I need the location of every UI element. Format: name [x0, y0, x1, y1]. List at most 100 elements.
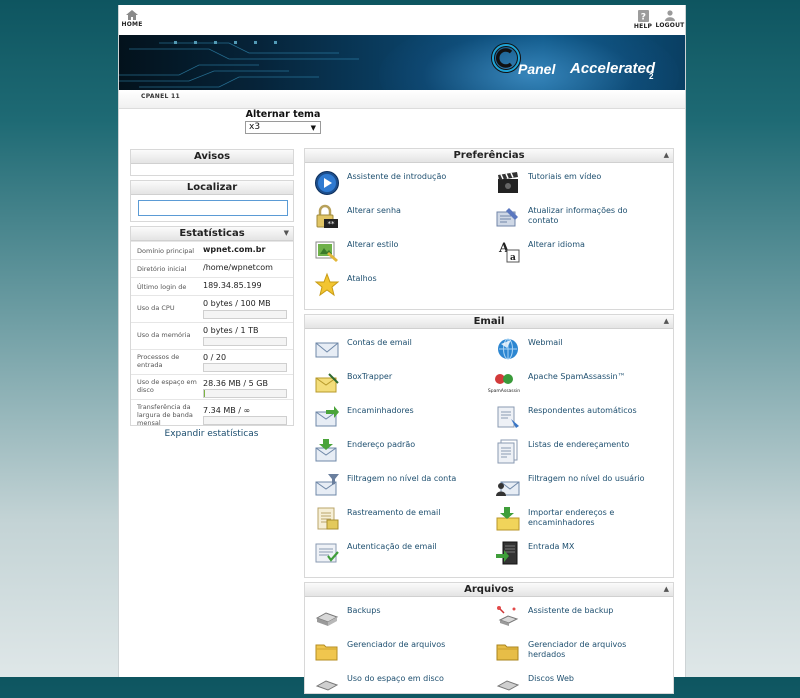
- stats-key: Uso de espaço em disco: [137, 378, 199, 394]
- email-title: Email: [474, 316, 505, 327]
- avisos-header: Avisos: [131, 150, 293, 164]
- estatisticas-box: Estatísticas ▼ Domínio principal wpnet.c…: [130, 226, 294, 426]
- item-label: Webmail: [528, 338, 658, 348]
- home-label: HOME: [122, 21, 143, 28]
- item-label: Respondentes automáticos: [528, 406, 658, 416]
- processes-usage-bar: [203, 363, 287, 372]
- collapse-icon: ▲: [664, 149, 669, 162]
- item-label: Alterar idioma: [528, 240, 658, 250]
- email-trace-icon: [314, 506, 340, 532]
- stats-row-domain: Domínio principal wpnet.com.br: [131, 241, 293, 259]
- estatisticas-title: Estatísticas: [179, 228, 244, 239]
- item-label: Assistente de introdução: [347, 172, 477, 182]
- stats-key: Uso da memória: [137, 331, 199, 339]
- preferencias-box: Preferências ▲ Assistente de introdução …: [304, 148, 674, 310]
- disk-usage-bar: [203, 389, 287, 398]
- home-link[interactable]: HOME: [118, 10, 152, 28]
- chevron-down-icon: ▼: [311, 123, 316, 134]
- play-icon: [314, 170, 340, 196]
- arquivos-box: Arquivos ▲ Backups Assistente de backup …: [304, 582, 674, 694]
- item-label: Apache SpamAssassin™: [528, 372, 658, 382]
- circuit-lines-graphic: [119, 35, 379, 90]
- backup-wizard-icon: [495, 604, 521, 630]
- theme-select[interactable]: x3 ▼: [245, 121, 321, 134]
- style-palette-icon: [314, 238, 340, 264]
- item-label: Filtragem no nível do usuário: [528, 474, 658, 484]
- language-icon: A a: [495, 238, 521, 264]
- item-label: Discos Web: [528, 674, 658, 684]
- svg-text:a: a: [510, 253, 516, 263]
- collapse-icon: ▲: [664, 583, 669, 596]
- logout-link[interactable]: LOGOUT: [650, 10, 686, 29]
- cpanel-banner: Panel Accelerated 2: [119, 35, 685, 90]
- email-box: Email ▲ Contas de email Webmail BoxTrapp…: [304, 314, 674, 578]
- item-label: Contas de email: [347, 338, 477, 348]
- mx-entry-icon: [495, 540, 521, 566]
- avisos-box: Avisos: [130, 149, 294, 176]
- bandwidth-usage-bar: [203, 416, 287, 425]
- item-label: Endereço padrão: [347, 440, 477, 450]
- stats-row-disk: Uso de espaço em disco 28.36 MB / 5 GB: [131, 374, 293, 399]
- stats-row-last-login: Último login de 189.34.85.199: [131, 277, 293, 295]
- item-label: Atalhos: [347, 274, 477, 284]
- import-icon: [495, 506, 521, 532]
- item-label: Gerenciador de arquivos herdados: [528, 640, 658, 660]
- arquivos-header[interactable]: Arquivos ▲: [305, 583, 673, 597]
- brand-panel: Panel: [518, 61, 555, 77]
- item-label: Alterar senha: [347, 206, 477, 216]
- search-input[interactable]: [138, 200, 288, 216]
- contact-card-icon: [495, 204, 521, 230]
- disk-usage-icon: [314, 672, 340, 698]
- item-label: Autenticação de email: [347, 542, 477, 552]
- localizar-box: Localizar: [130, 180, 294, 222]
- stats-value: 0 bytes / 1 TB: [203, 326, 258, 335]
- item-label: Alterar estilo: [347, 240, 477, 250]
- memory-usage-bar: [203, 337, 287, 346]
- item-label: Atualizar informações do contato: [528, 206, 658, 226]
- default-address-icon: [314, 438, 340, 464]
- stats-value: wpnet.com.br: [203, 245, 265, 254]
- webmail-globe-icon: [495, 336, 521, 362]
- padlock-icon: **: [314, 204, 340, 230]
- logout-user-icon: [664, 10, 676, 21]
- localizar-header: Localizar: [131, 181, 293, 195]
- envelope-icon: [314, 336, 340, 362]
- home-icon: [126, 10, 138, 20]
- item-label: Importar endereços e encaminhadores: [528, 508, 658, 528]
- svg-text:?: ?: [640, 13, 645, 23]
- item-label: Tutoriais em vídeo: [528, 172, 658, 182]
- item-label: Filtragem no nível da conta: [347, 474, 477, 484]
- estatisticas-header[interactable]: Estatísticas ▼: [131, 227, 293, 241]
- folder-icon: [314, 638, 340, 664]
- expand-stats-link[interactable]: Expandir estatísticas: [130, 429, 293, 439]
- web-disk-icon: [495, 672, 521, 698]
- star-icon: [314, 272, 340, 298]
- stats-key: Domínio principal: [137, 247, 199, 255]
- boxtrapper-icon: [314, 370, 340, 396]
- legacy-folder-icon: [495, 638, 521, 664]
- forward-mail-icon: [314, 404, 340, 430]
- item-label: Gerenciador de arquivos: [347, 640, 477, 650]
- email-header[interactable]: Email ▲: [305, 315, 673, 329]
- stats-row-processes: Processos de entrada 0 / 20: [131, 349, 293, 374]
- item-label: BoxTrapper: [347, 372, 477, 382]
- theme-selected-value: x3: [249, 122, 260, 132]
- preferencias-header[interactable]: Preferências ▲: [305, 149, 673, 163]
- clapperboard-icon: [495, 170, 521, 196]
- stats-value: 28.36 MB / 5 GB: [203, 379, 268, 388]
- stats-key: Processos de entrada: [137, 353, 199, 369]
- theme-label: Alternar tema: [200, 109, 366, 120]
- brand-accelerated: Accelerated: [570, 60, 655, 77]
- stats-value: /home/wpnetcom: [203, 263, 273, 272]
- breadcrumb[interactable]: CPANEL 11: [141, 93, 180, 100]
- help-icon: ?: [638, 10, 649, 22]
- stats-key: Transferência da largura de banda mensal: [137, 403, 199, 427]
- stats-key: Último login de: [137, 283, 199, 291]
- autoresponder-icon: [495, 404, 521, 430]
- stats-value: 0 / 20: [203, 353, 226, 362]
- item-label: Assistente de backup: [528, 606, 658, 616]
- item-label: Rastreamento de email: [347, 508, 477, 518]
- stats-key: Diretório inicial: [137, 265, 199, 273]
- mailing-list-icon: [495, 438, 521, 464]
- collapse-icon: ▼: [284, 227, 289, 240]
